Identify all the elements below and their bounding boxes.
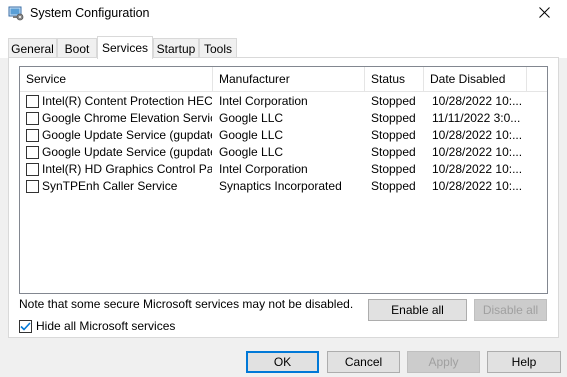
service-name: Intel(R) Content Protection HEC... [42,94,212,108]
hide-microsoft-services-checkbox[interactable] [19,320,32,333]
service-manufacturer: Intel Corporation [219,94,308,108]
services-list-header: Service Manufacturer Status Date Disable… [20,67,547,92]
table-row[interactable]: Intel(R) Content Protection HEC... Intel… [20,93,547,110]
service-name: SynTPEnh Caller Service [42,179,178,193]
tab-startup[interactable]: Startup [153,38,199,58]
column-header-manufacturer[interactable]: Manufacturer [213,67,365,92]
service-status: Stopped [371,162,416,176]
column-header-status[interactable]: Status [365,67,424,92]
service-date-disabled: 10/28/2022 10:... [432,145,523,159]
ok-button[interactable]: OK [246,351,319,373]
service-date-disabled: 10/28/2022 10:... [432,179,523,193]
service-checkbox[interactable] [26,112,39,125]
service-checkbox[interactable] [26,146,39,159]
service-checkbox[interactable] [26,129,39,142]
tab-general[interactable]: General [8,38,57,58]
hide-microsoft-services-label[interactable]: Hide all Microsoft services [36,319,175,333]
table-row[interactable]: Google Update Service (gupdatem) Google … [20,144,547,161]
service-checkbox[interactable] [26,95,39,108]
column-header-service[interactable]: Service [20,67,213,92]
service-date-disabled: 10/28/2022 10:... [432,162,523,176]
services-panel: Service Manufacturer Status Date Disable… [8,57,559,338]
service-checkbox[interactable] [26,163,39,176]
service-status: Stopped [371,111,416,125]
table-row[interactable]: Google Update Service (gupdate) Google L… [20,127,547,144]
column-header-date-disabled[interactable]: Date Disabled [424,67,527,92]
help-button[interactable]: Help [487,351,561,373]
table-row[interactable]: Intel(R) HD Graphics Control Pa... Intel… [20,161,547,178]
service-manufacturer: Google LLC [219,145,284,159]
service-checkbox[interactable] [26,180,39,193]
apply-button[interactable]: Apply [407,351,480,373]
tab-boot[interactable]: Boot [57,38,97,58]
tab-tools[interactable]: Tools [199,38,237,58]
service-name: Google Update Service (gupdate) [42,128,212,142]
service-manufacturer: Google LLC [219,111,284,125]
tab-services[interactable]: Services [97,36,153,59]
close-button[interactable] [521,0,567,28]
service-status: Stopped [371,128,416,142]
window-title: System Configuration [30,6,150,20]
close-icon [538,7,550,21]
service-name: Intel(R) HD Graphics Control Pa... [42,162,212,176]
secure-services-note: Note that some secure Microsoft services… [19,297,354,311]
service-date-disabled: 11/11/2022 3:0... [432,111,521,125]
cancel-button[interactable]: Cancel [327,351,400,373]
disable-all-button[interactable]: Disable all [474,299,547,321]
service-date-disabled: 10/28/2022 10:... [432,128,523,142]
table-row[interactable]: Google Chrome Elevation Servic... Google… [20,110,547,127]
system-configuration-icon [8,5,24,21]
service-status: Stopped [371,179,416,193]
service-name: Google Update Service (gupdatem) [42,145,212,159]
service-status: Stopped [371,94,416,108]
service-status: Stopped [371,145,416,159]
table-row[interactable]: SynTPEnh Caller Service Synaptics Incorp… [20,178,547,195]
enable-all-button[interactable]: Enable all [368,299,467,321]
services-list[interactable]: Service Manufacturer Status Date Disable… [19,66,548,294]
service-name: Google Chrome Elevation Servic... [42,111,212,125]
title-bar: System Configuration [0,0,567,28]
service-manufacturer: Google LLC [219,128,284,142]
service-manufacturer: Synaptics Incorporated [219,179,342,193]
service-date-disabled: 10/28/2022 10:... [432,94,523,108]
tab-strip: General Boot Services Startup Tools [0,28,567,59]
checkmark-icon [20,320,31,334]
service-manufacturer: Intel Corporation [219,162,308,176]
